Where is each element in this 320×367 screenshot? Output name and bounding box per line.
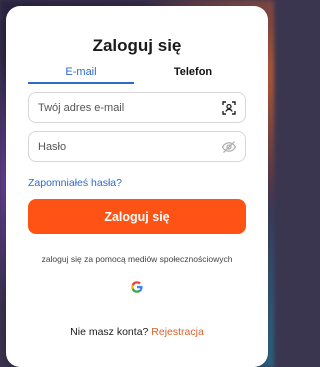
email-field-box	[28, 92, 246, 123]
signup-link[interactable]: Rejestracja	[151, 326, 204, 338]
email-field[interactable]	[38, 93, 218, 122]
login-method-tabs: E-mail Telefon	[28, 62, 246, 84]
google-icon[interactable]	[130, 280, 144, 294]
forgot-password-link[interactable]: Zapomniałeś hasła?	[28, 177, 122, 189]
tab-email[interactable]: E-mail	[28, 62, 134, 84]
page-title: Zaloguj się	[92, 36, 182, 55]
password-field[interactable]	[38, 132, 218, 161]
social-login-text: zaloguj się za pomocą mediów społecznośc…	[41, 254, 233, 264]
login-button[interactable]: Zaloguj się	[28, 199, 246, 234]
tab-phone[interactable]: Telefon	[140, 62, 246, 82]
login-card: Zaloguj się E-mail Telefon Zapomniałeś h…	[6, 6, 268, 367]
eye-off-icon[interactable]	[221, 139, 237, 155]
scan-icon[interactable]	[221, 100, 237, 116]
signup-prompt: Nie masz konta?	[70, 326, 149, 338]
password-field-box	[28, 131, 246, 162]
signup-line: Nie masz konta? Rejestracja	[6, 326, 268, 338]
